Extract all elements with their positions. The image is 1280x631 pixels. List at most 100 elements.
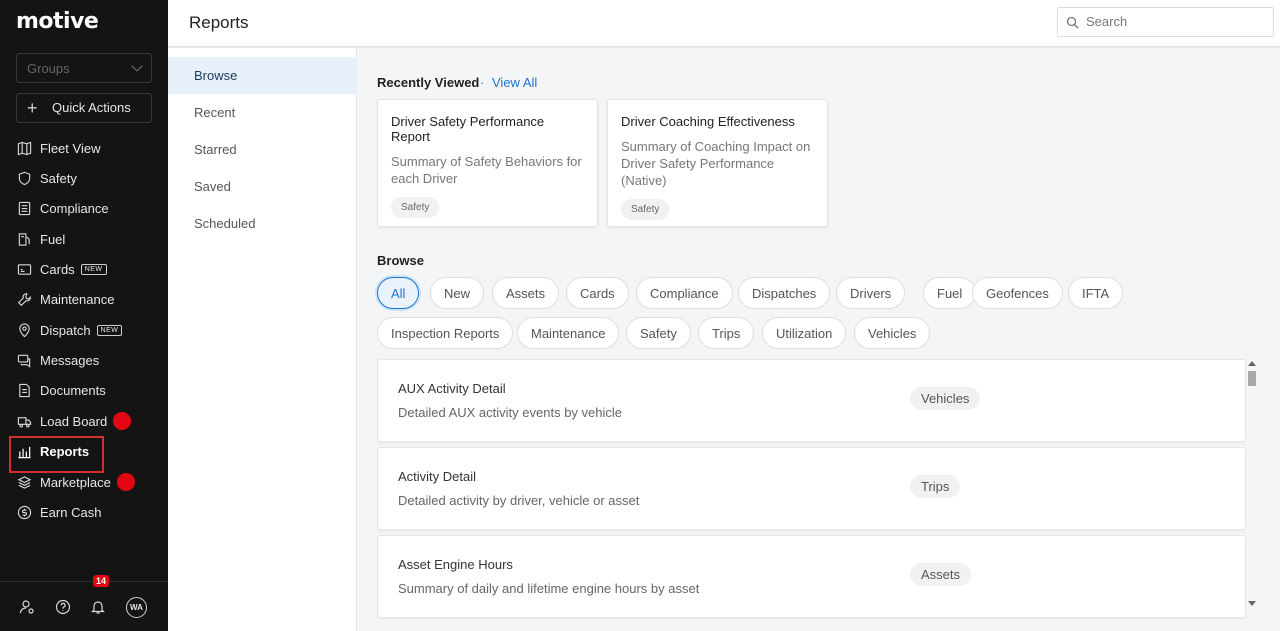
filter-chip-trips[interactable]: Trips xyxy=(698,317,755,349)
sidebar-item-label: Documents xyxy=(40,382,106,398)
category-tag: Safety xyxy=(391,197,440,218)
sidebar-item-label: Load Board xyxy=(40,413,108,429)
filter-chip-new[interactable]: New xyxy=(430,277,485,309)
fuel-pump-icon xyxy=(16,231,32,247)
filter-chip-maintenance[interactable]: Maintenance xyxy=(517,317,620,349)
search-box[interactable] xyxy=(1057,7,1274,37)
separator-dot: · xyxy=(480,75,485,90)
report-row[interactable]: Activity Detail Detailed activity by dri… xyxy=(377,447,1246,530)
shield-icon xyxy=(16,170,32,186)
chat-icon xyxy=(16,352,32,368)
sidebar-footer: 14 WA xyxy=(0,575,168,631)
filter-chip-geofences[interactable]: Geofences xyxy=(972,277,1063,309)
layers-icon xyxy=(16,474,32,490)
report-title: AUX Activity Detail xyxy=(398,381,506,396)
sidebar-item-fleet-view[interactable]: Fleet View xyxy=(16,134,156,162)
sidebar-item-label: Maintenance xyxy=(40,291,115,307)
reports-subnav: Browse Recent Starred Saved Scheduled xyxy=(168,48,357,631)
search-input[interactable] xyxy=(1086,14,1266,29)
header: Reports xyxy=(168,0,1280,47)
chevron-down-icon xyxy=(131,60,143,72)
filter-chip-utilization[interactable]: Utilization xyxy=(762,317,847,349)
report-category-tag: Assets xyxy=(910,563,972,586)
subnav-item-starred[interactable]: Starred xyxy=(168,131,357,168)
quick-actions-label: Quick Actions xyxy=(52,100,131,115)
sidebar-item-messages[interactable]: Messages xyxy=(16,346,156,374)
avatar[interactable]: WA xyxy=(126,597,147,618)
report-category-tag: Vehicles xyxy=(910,387,981,410)
alert-dot xyxy=(113,412,132,430)
card-description: Summary of Safety Behaviors for each Dri… xyxy=(391,154,582,186)
sidebar-item-maintenance[interactable]: Maintenance xyxy=(16,285,156,313)
motive-logo[interactable]: motive xyxy=(16,9,99,34)
sidebar-item-dispatch[interactable]: Dispatch NEW xyxy=(16,316,156,344)
dollar-circle-icon xyxy=(16,504,32,520)
subnav-item-recent[interactable]: Recent xyxy=(168,94,357,131)
sidebar: motive Groups + Quick Actions Fleet View… xyxy=(0,0,168,631)
filter-chip-assets[interactable]: Assets xyxy=(492,277,560,309)
sidebar-item-load-board[interactable]: Load Board xyxy=(16,407,156,435)
filter-chip-drivers[interactable]: Drivers xyxy=(836,277,906,309)
filter-chip-all[interactable]: All xyxy=(377,277,420,309)
sidebar-item-label: Messages xyxy=(40,352,100,368)
report-title: Asset Engine Hours xyxy=(398,557,513,572)
plus-icon: + xyxy=(27,98,38,118)
report-description: Summary of daily and lifetime engine hou… xyxy=(398,581,700,596)
report-list-scrollbar[interactable] xyxy=(1246,359,1258,609)
filter-chip-fuel[interactable]: Fuel xyxy=(923,277,977,309)
sidebar-item-earn-cash[interactable]: Earn Cash xyxy=(16,498,156,526)
filter-chip-ifta[interactable]: IFTA xyxy=(1068,277,1124,309)
groups-placeholder: Groups xyxy=(27,61,70,76)
sidebar-item-label: Safety xyxy=(40,170,77,186)
document-list-icon xyxy=(16,200,32,216)
sidebar-item-label: Fuel xyxy=(40,231,66,247)
category-tag: Safety xyxy=(621,199,670,220)
notification-count-badge: 14 xyxy=(93,575,110,587)
sidebar-item-label: Fleet View xyxy=(40,140,101,156)
view-all-link[interactable]: View All xyxy=(492,75,537,90)
subnav-item-saved[interactable]: Saved xyxy=(168,168,357,205)
sidebar-item-label: Marketplace xyxy=(40,474,111,490)
sidebar-item-documents[interactable]: Documents xyxy=(16,376,156,404)
report-description: Detailed activity by driver, vehicle or … xyxy=(398,493,640,508)
card-icon xyxy=(16,261,32,277)
document-icon xyxy=(16,382,32,398)
recent-report-card[interactable]: Driver Safety Performance Report Summary… xyxy=(377,99,598,227)
wrench-icon xyxy=(16,291,32,307)
alert-dot xyxy=(116,473,135,491)
groups-dropdown[interactable]: Groups xyxy=(16,53,152,83)
card-description: Summary of Coaching Impact on Driver Saf… xyxy=(621,139,811,188)
report-category-tag: Trips xyxy=(910,475,961,498)
truck-icon xyxy=(16,413,32,429)
subnav-item-browse[interactable]: Browse xyxy=(168,57,357,94)
bell-icon[interactable] xyxy=(90,599,106,615)
sidebar-item-cards[interactable]: Cards NEW xyxy=(16,255,156,283)
browse-title: Browse xyxy=(377,253,424,268)
report-description: Detailed AUX activity events by vehicle xyxy=(398,405,622,420)
filter-chip-compliance[interactable]: Compliance xyxy=(636,277,733,309)
filter-chip-safety[interactable]: Safety xyxy=(626,317,691,349)
filter-chip-inspection-reports[interactable]: Inspection Reports xyxy=(377,317,514,349)
scrollbar-thumb[interactable] xyxy=(1248,371,1256,386)
help-icon[interactable] xyxy=(55,599,71,615)
sidebar-item-marketplace[interactable]: Marketplace xyxy=(16,468,156,496)
filter-chip-cards[interactable]: Cards xyxy=(566,277,629,309)
subnav-item-scheduled[interactable]: Scheduled xyxy=(168,205,357,242)
report-list: AUX Activity Detail Detailed AUX activit… xyxy=(377,359,1246,631)
filter-chip-vehicles[interactable]: Vehicles xyxy=(854,317,931,349)
report-row[interactable]: Asset Engine Hours Summary of daily and … xyxy=(377,535,1246,618)
page-title: Reports xyxy=(189,13,249,32)
quick-actions-button[interactable]: + Quick Actions xyxy=(16,93,152,123)
recent-report-card[interactable]: Driver Coaching Effectiveness Summary of… xyxy=(607,99,828,227)
scroll-up-arrow-icon[interactable] xyxy=(1248,361,1256,366)
new-badge: NEW xyxy=(80,263,107,275)
report-row[interactable]: AUX Activity Detail Detailed AUX activit… xyxy=(377,359,1246,442)
recently-viewed-title: Recently Viewed xyxy=(377,75,480,90)
user-settings-icon[interactable] xyxy=(19,599,35,615)
sidebar-item-safety[interactable]: Safety xyxy=(16,164,156,192)
sidebar-item-fuel[interactable]: Fuel xyxy=(16,225,156,253)
sidebar-item-compliance[interactable]: Compliance xyxy=(16,194,156,222)
filter-chip-dispatches[interactable]: Dispatches xyxy=(738,277,831,309)
card-title: Driver Safety Performance Report xyxy=(391,114,545,144)
scroll-down-arrow-icon[interactable] xyxy=(1248,601,1256,606)
